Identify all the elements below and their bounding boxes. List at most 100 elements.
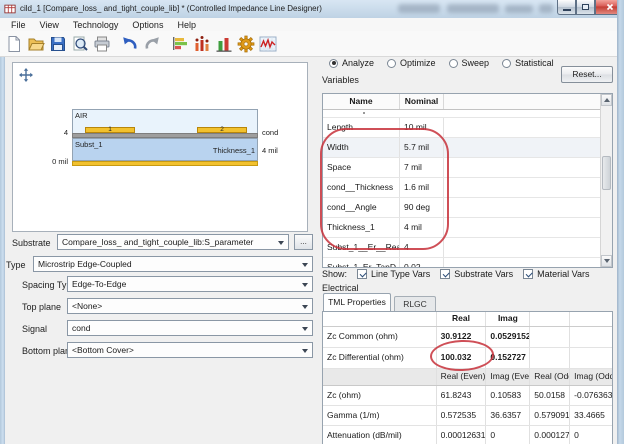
cild-window: cild_1 [Compare_loss_ and_tight_couple_l…: [0, 0, 624, 444]
header-blank: [323, 312, 437, 326]
radio-statistical[interactable]: Statistical: [502, 58, 554, 68]
redo-icon[interactable]: [141, 33, 163, 55]
move-handle-icon[interactable]: [19, 68, 33, 82]
common-header-row: Real Imag: [323, 312, 612, 327]
var-name: Subst_1__Er__Real: [323, 238, 400, 257]
gantt-chart-icon[interactable]: [169, 33, 191, 55]
column-header-nominal[interactable]: Nominal: [400, 94, 444, 109]
scroll-down-icon[interactable]: [601, 255, 612, 267]
maximize-icon[interactable]: [576, 0, 595, 15]
menu-view[interactable]: View: [33, 20, 66, 30]
zc-differential-row: Zc Differential (ohm) 100.032 0.152727: [323, 348, 612, 369]
substrate-select[interactable]: Compare_loss_ and_tight_couple_lib:S_par…: [57, 234, 289, 250]
bottom-plane-select[interactable]: <Bottom Cover>: [67, 342, 313, 358]
electrical-label: Electrical: [322, 283, 359, 293]
signal-select[interactable]: cond: [67, 320, 313, 336]
table-row[interactable]: Length 10 mil: [323, 118, 612, 138]
table-row[interactable]: Subst_1__Er__Real 4: [323, 238, 612, 258]
table-row[interactable]: Subst_1_Er_TanD 0.02: [323, 258, 612, 268]
row-label: Gamma (1/m): [323, 406, 437, 425]
electrical-table: Real Imag Zc Common (ohm) 30.9122 0.0529…: [322, 311, 613, 444]
menu-help[interactable]: Help: [170, 20, 203, 30]
open-icon[interactable]: [25, 33, 47, 55]
var-value: 10 mil: [400, 118, 444, 137]
cross-section-view: AIR 1 2 4 cond Subst_1 Thickness_1 4 mil…: [12, 62, 308, 232]
radio-button-icon: [387, 59, 396, 68]
type-value: Microstrip Edge-Coupled: [38, 259, 132, 269]
table-row[interactable]: Space 7 mil: [323, 158, 612, 178]
value: 100.032: [437, 348, 487, 368]
menu-technology[interactable]: Technology: [66, 20, 126, 30]
gear-icon[interactable]: [235, 33, 257, 55]
radio-analyze[interactable]: Analyze: [329, 58, 374, 68]
checkbox-material-vars[interactable]: Material Vars: [523, 269, 589, 279]
checkbox-label: Material Vars: [537, 269, 589, 279]
bottom-plane-value: <Bottom Cover>: [72, 345, 134, 355]
checkbox-substrate-vars[interactable]: Substrate Vars: [440, 269, 513, 279]
radio-optimize[interactable]: Optimize: [387, 58, 436, 68]
value: 0.152727: [486, 348, 530, 368]
substrate-value: Compare_loss_ and_tight_couple_lib:S_par…: [62, 237, 253, 247]
value: 0: [486, 426, 530, 444]
thickness-label: Thickness_1: [163, 146, 255, 155]
analysis-mode-group: Analyze Optimize Sweep Statistical: [329, 57, 554, 69]
partial-row: [323, 110, 612, 118]
spacing-type-select[interactable]: Edge-To-Edge: [67, 276, 313, 292]
table-row[interactable]: cond__Angle 90 deg: [323, 198, 612, 218]
show-filter-row: Show: Line Type Vars Substrate Vars Mate…: [322, 268, 589, 280]
header-blank: [323, 369, 437, 385]
menu-bar: File View Technology Options Help: [0, 18, 617, 31]
substrate-label: Subst_1: [75, 140, 103, 149]
var-value: 4 mil: [400, 218, 444, 237]
radio-sweep[interactable]: Sweep: [449, 58, 490, 68]
conductor2-label: 2: [197, 126, 247, 133]
header-imag-even: Imag (Even): [486, 369, 530, 385]
menu-options[interactable]: Options: [125, 20, 170, 30]
value: 30.9122: [437, 327, 487, 347]
zoom-icon[interactable]: [69, 33, 91, 55]
column-chart-icon[interactable]: [213, 33, 235, 55]
save-icon[interactable]: [47, 33, 69, 55]
signal-value: cond: [72, 323, 90, 333]
top-plane-select[interactable]: <None>: [67, 298, 313, 314]
bar-chart-icon[interactable]: [191, 33, 213, 55]
radio-label: Optimize: [400, 58, 436, 68]
tab-tml-properties[interactable]: TML Properties: [323, 293, 391, 311]
electrical-tabs: TML Properties RLGC: [323, 293, 436, 311]
new-icon[interactable]: [3, 33, 25, 55]
reset-button[interactable]: Reset...: [561, 66, 613, 83]
header-imag: Imag: [486, 312, 530, 326]
variables-scrollbar[interactable]: [600, 94, 612, 267]
checkbox-label: Substrate Vars: [454, 269, 513, 279]
header-real: Real: [437, 312, 487, 326]
thickness-value: 4 mil: [262, 146, 278, 155]
checkbox-line-type-vars[interactable]: Line Type Vars: [357, 269, 430, 279]
minimize-icon[interactable]: [557, 0, 576, 15]
value-blank: [570, 348, 612, 368]
waveform-icon[interactable]: [257, 33, 279, 55]
table-row[interactable]: Thickness_1 4 mil: [323, 218, 612, 238]
table-row[interactable]: Width 5.7 mil: [323, 138, 612, 158]
scrollbar-thumb[interactable]: [602, 156, 611, 190]
table-row[interactable]: cond__Thickness 1.6 mil: [323, 178, 612, 198]
var-value: 90 deg: [400, 198, 444, 217]
tab-rlgc[interactable]: RLGC: [394, 296, 436, 311]
undo-icon[interactable]: [119, 33, 141, 55]
column-header-name[interactable]: Name: [323, 94, 400, 109]
gamma-row: Gamma (1/m) 0.572535 36.6357 0.579091 33…: [323, 406, 612, 426]
scroll-up-icon[interactable]: [601, 94, 612, 106]
value: 61.8243: [437, 386, 487, 405]
chevron-down-icon: [302, 349, 308, 353]
print-icon[interactable]: [91, 33, 113, 55]
type-select[interactable]: Microstrip Edge-Coupled: [33, 256, 313, 272]
var-name: cond__Thickness: [323, 178, 400, 197]
value: -0.0763633: [570, 386, 612, 405]
signal-label: Signal: [22, 324, 47, 334]
menu-file[interactable]: File: [4, 20, 33, 30]
radio-button-icon: [502, 59, 511, 68]
chevron-down-icon: [302, 283, 308, 287]
bottom-cover-layer[interactable]: [72, 161, 258, 166]
value-blank: [530, 348, 570, 368]
radio-label: Statistical: [515, 58, 554, 68]
substrate-browse-button[interactable]: ...: [294, 234, 313, 250]
